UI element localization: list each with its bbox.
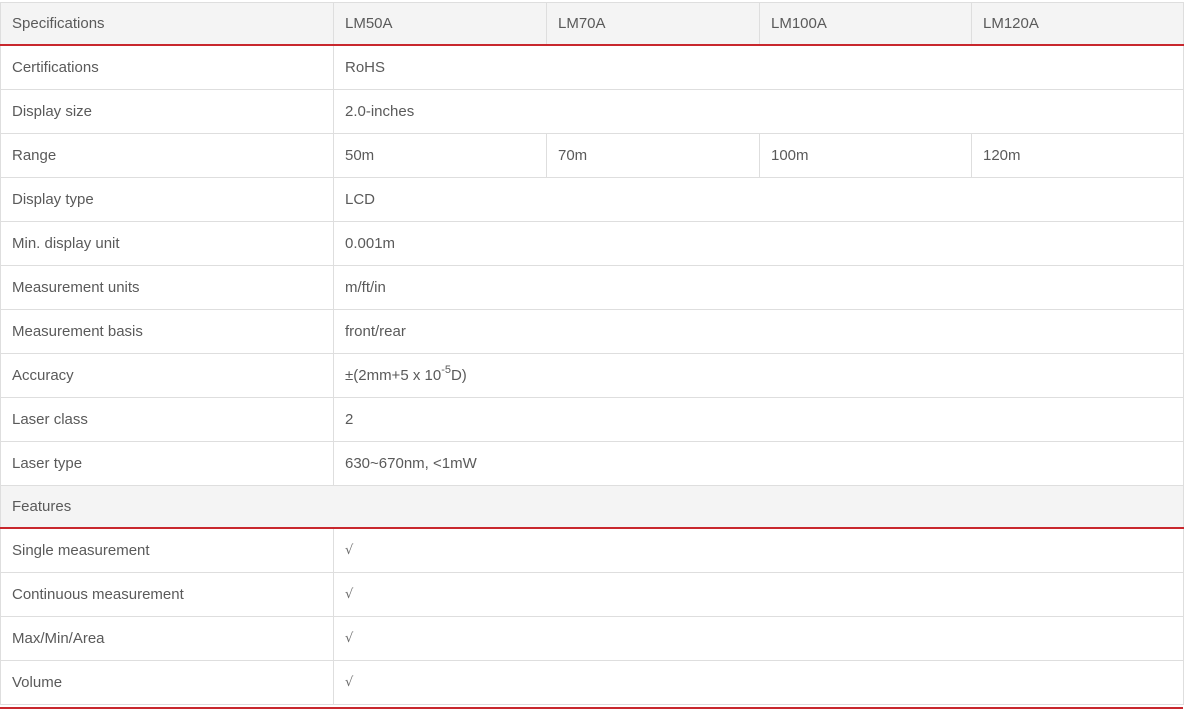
accuracy-value: ±(2mm+5 x 10-5D)	[333, 353, 1184, 398]
row-label: Display type	[0, 177, 334, 222]
row-value: 630~670nm, <1mW	[333, 441, 1184, 486]
table-row: Laser class 2	[0, 397, 1184, 442]
check-mark-icon: √	[333, 616, 1184, 661]
header-model-lm70a: LM70A	[546, 2, 760, 46]
table-header-row: Specifications LM50A LM70A LM100A LM120A	[0, 2, 1184, 46]
range-lm100a: 100m	[759, 133, 972, 178]
table-row: Display type LCD	[0, 177, 1184, 222]
header-model-lm50a: LM50A	[333, 2, 547, 46]
range-lm120a: 120m	[971, 133, 1184, 178]
row-label: Volume	[0, 660, 334, 705]
table-row: Measurement basis front/rear	[0, 309, 1184, 354]
row-value: RoHS	[333, 44, 1184, 90]
table-row: Certifications RoHS	[0, 44, 1184, 90]
header-specifications: Specifications	[0, 2, 334, 46]
bottom-accent-rule	[0, 707, 1183, 709]
table-row: Display size 2.0-inches	[0, 89, 1184, 134]
table-row: Laser type 630~670nm, <1mW	[0, 441, 1184, 486]
features-section-row: Features	[0, 485, 1184, 529]
table-row: Max/Min/Area √	[0, 616, 1184, 661]
row-label: Accuracy	[0, 353, 334, 398]
features-section-title: Features	[0, 485, 1184, 529]
row-label: Min. display unit	[0, 221, 334, 266]
header-model-lm120a: LM120A	[971, 2, 1184, 46]
header-model-lm100a: LM100A	[759, 2, 972, 46]
accuracy-exponent: -5	[441, 364, 451, 376]
row-label: Continuous measurement	[0, 572, 334, 617]
row-value: LCD	[333, 177, 1184, 222]
table-row: Measurement units m/ft/in	[0, 265, 1184, 310]
accuracy-suffix: D)	[450, 367, 467, 384]
check-mark-icon: √	[333, 572, 1184, 617]
spec-table: Specifications LM50A LM70A LM100A LM120A…	[0, 2, 1184, 705]
row-value: 0.001m	[333, 221, 1184, 266]
row-label: Single measurement	[0, 527, 334, 573]
table-row: Min. display unit 0.001m	[0, 221, 1184, 266]
row-label: Max/Min/Area	[0, 616, 334, 661]
accuracy-prefix: ±(2mm+5 x 10	[345, 367, 442, 384]
row-label: Laser class	[0, 397, 334, 442]
table-row: Continuous measurement √	[0, 572, 1184, 617]
row-label: Laser type	[0, 441, 334, 486]
check-mark-icon: √	[333, 660, 1184, 705]
row-value: front/rear	[333, 309, 1184, 354]
row-label: Measurement units	[0, 265, 334, 310]
table-row: Accuracy ±(2mm+5 x 10-5D)	[0, 353, 1184, 398]
row-label: Range	[0, 133, 334, 178]
table-row: Single measurement √	[0, 527, 1184, 573]
row-label: Measurement basis	[0, 309, 334, 354]
row-label: Display size	[0, 89, 334, 134]
range-lm50a: 50m	[333, 133, 547, 178]
check-mark-icon: √	[333, 527, 1184, 573]
row-value: m/ft/in	[333, 265, 1184, 310]
row-value: 2	[333, 397, 1184, 442]
row-label: Certifications	[0, 44, 334, 90]
spec-table-container: Specifications LM50A LM70A LM100A LM120A…	[0, 2, 1184, 705]
table-row: Range 50m 70m 100m 120m	[0, 133, 1184, 178]
table-row: Volume √	[0, 660, 1184, 705]
range-lm70a: 70m	[546, 133, 760, 178]
row-value: 2.0-inches	[333, 89, 1184, 134]
